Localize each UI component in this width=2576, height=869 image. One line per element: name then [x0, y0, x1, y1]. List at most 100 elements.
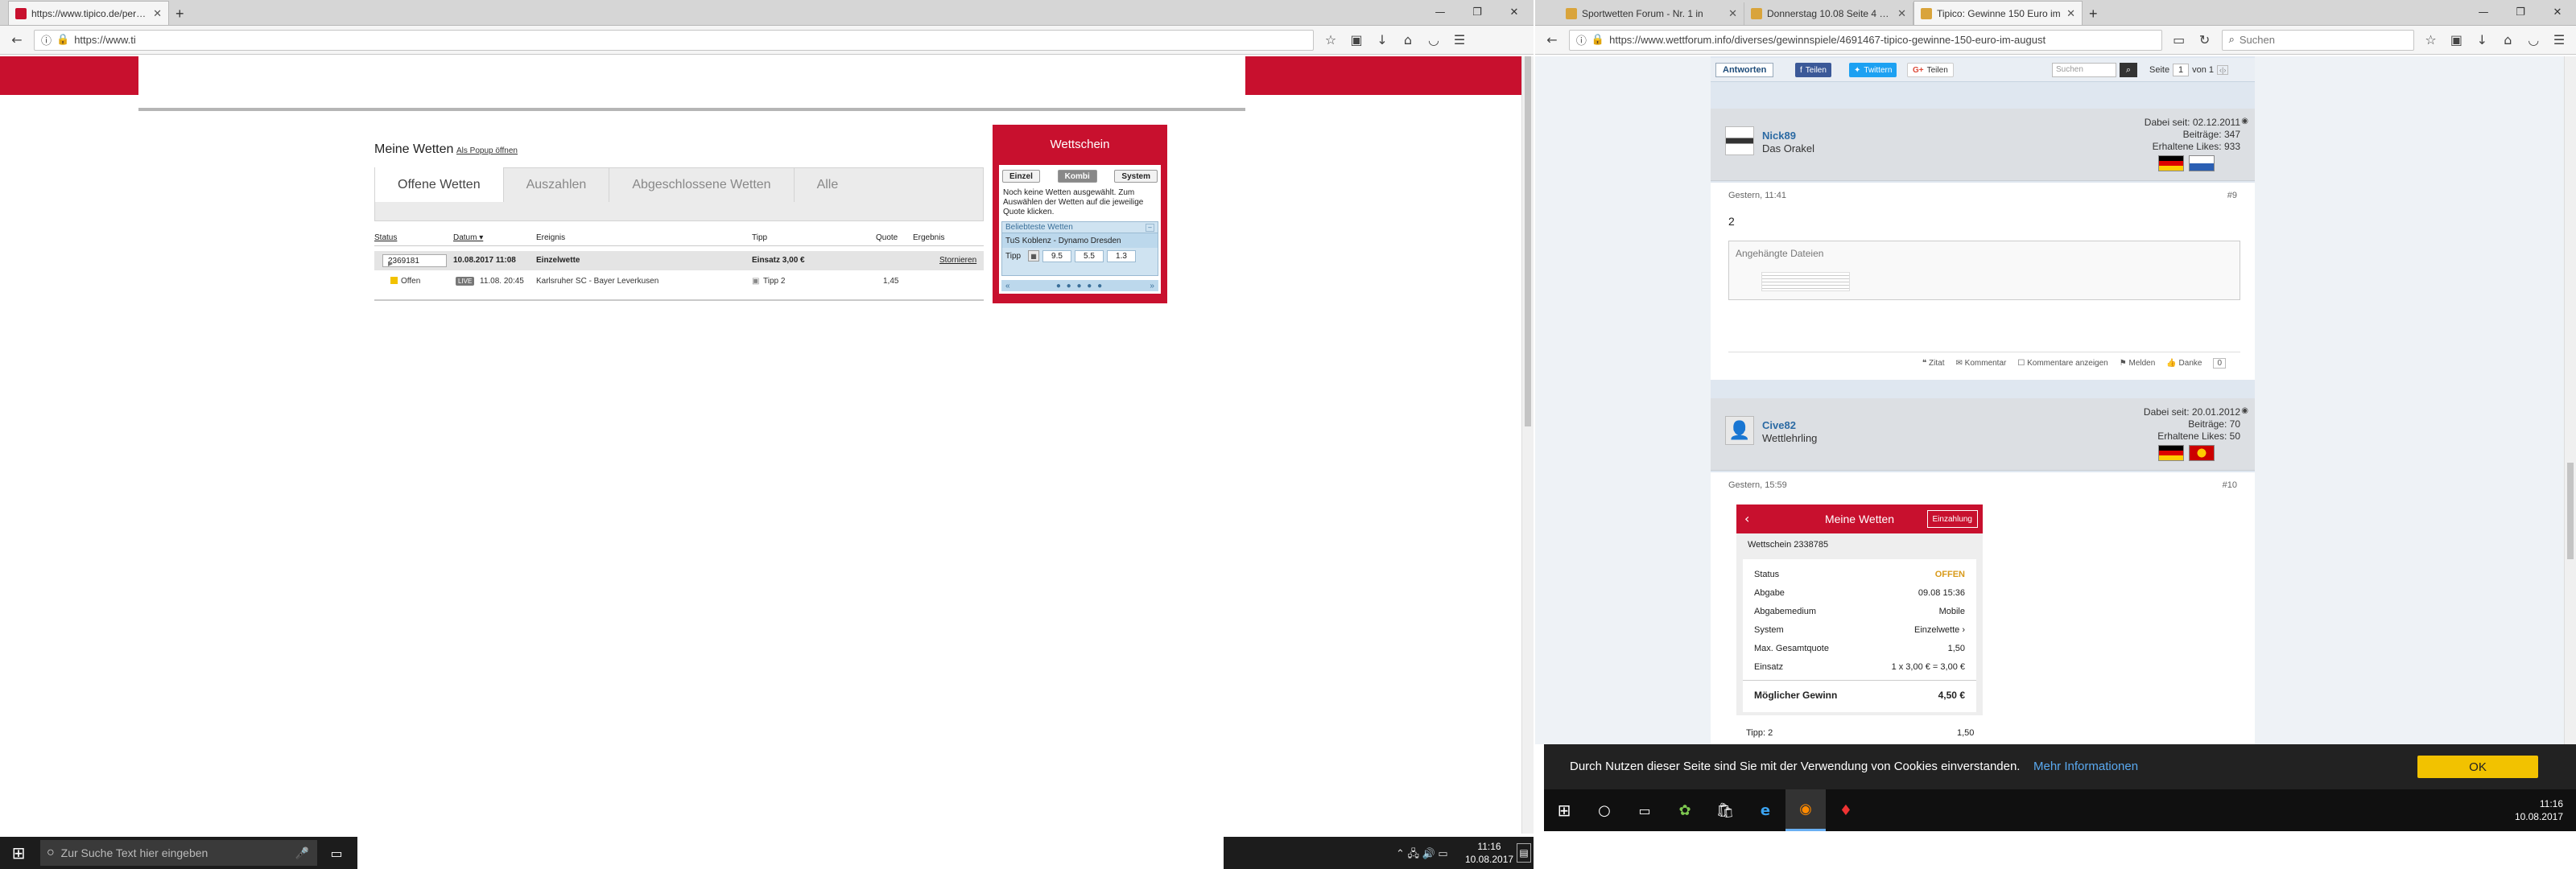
tray-icons[interactable]: ⌃ 🖧 🔊 ▭	[1396, 846, 1448, 864]
cookie-more-info-link[interactable]: Mehr Informationen	[2033, 760, 2138, 773]
clipboard-icon[interactable]: ▣	[1348, 32, 1365, 47]
scroll-thumb[interactable]	[2567, 463, 2574, 559]
back-icon[interactable]: ←	[8, 32, 26, 47]
tab-offene-wetten[interactable]: Offene Wetten	[374, 167, 504, 202]
carousel-dots[interactable]: ● ● ● ● ●	[1056, 282, 1104, 290]
minimize-icon[interactable]: —	[2465, 0, 2502, 24]
left-url-bar[interactable]: ⓘ 🔒 https://www.ti	[34, 29, 1314, 51]
tab-kombi[interactable]: Kombi	[1057, 170, 1097, 183]
page-input[interactable]: 1	[2173, 64, 2190, 76]
thanks-action[interactable]: 👍 Danke	[2166, 359, 2202, 368]
gplus-share-button[interactable]: G+ Teilen	[1907, 63, 1954, 77]
tab-close-icon[interactable]: ✕	[2066, 7, 2075, 20]
tab-tipico[interactable]: https://www.tipico.de/pers… ✕	[8, 1, 169, 25]
pocket-icon[interactable]: ◡	[1425, 32, 1443, 47]
home-icon[interactable]: ⌂	[2499, 32, 2516, 47]
task-view-icon[interactable]: ▭	[320, 837, 353, 869]
tab-alle[interactable]: Alle	[795, 167, 861, 202]
odd-button-1[interactable]: 9.5	[1042, 249, 1071, 262]
menu-icon[interactable]: ☰	[2550, 32, 2568, 47]
minimize-icon[interactable]: —	[1422, 0, 1459, 24]
reply-button[interactable]: Antworten	[1715, 63, 1774, 77]
back-icon[interactable]: ←	[1543, 32, 1561, 47]
firefox-icon[interactable]: ◉	[1785, 789, 1826, 831]
new-tab-button[interactable]: +	[169, 2, 191, 25]
pocket-icon[interactable]: ◡	[2524, 32, 2542, 47]
tab-tipico-gewinne[interactable]: Tipico: Gewinne 150 Euro im ✕	[1913, 1, 2083, 25]
restore-icon[interactable]: ❐	[1459, 0, 1496, 24]
table-row[interactable]: ▶ 2369181 10.08.2017 11:08 Einzelwette E…	[374, 251, 984, 270]
cookie-ok-button[interactable]: OK	[2417, 756, 2538, 778]
show-comments-action[interactable]: ☐ Kommentare anzeigen	[2017, 359, 2107, 368]
close-window-icon[interactable]: ✕	[1496, 0, 1533, 24]
star-icon[interactable]: ☆	[1322, 32, 1340, 47]
collapse-icon[interactable]: –	[1146, 223, 1154, 232]
twitter-share-label: Twittern	[1864, 65, 1893, 75]
right-scrollbar[interactable]	[2564, 56, 2576, 744]
popup-link[interactable]: Als Popup öffnen	[456, 146, 518, 155]
left-clock[interactable]: 11:16 10.08.2017	[1465, 840, 1513, 866]
gplus-share-label: Teilen	[1926, 65, 1948, 75]
left-scrollbar[interactable]	[1521, 56, 1534, 834]
notification-icon[interactable]: ▤	[1517, 843, 1531, 863]
browser-search-input[interactable]: ⌕ Suchen	[2221, 29, 2414, 51]
store-icon[interactable]: 🛍	[1705, 789, 1745, 831]
task-view-icon[interactable]: ▭	[1624, 789, 1665, 831]
search-icon[interactable]: ⌕	[2120, 63, 2137, 77]
cancel-bet-link[interactable]: Stornieren	[939, 256, 976, 265]
download-icon[interactable]: ↓	[2473, 32, 2491, 47]
tab-abgeschlossene-wetten[interactable]: Abgeschlossene Wetten	[609, 167, 795, 202]
col-datum[interactable]: Datum ▾	[453, 233, 483, 242]
odd-button-x[interactable]: 5.5	[1075, 249, 1104, 262]
scroll-thumb[interactable]	[1525, 56, 1531, 426]
stats-icon[interactable]: ▦	[1028, 250, 1039, 262]
comment-action[interactable]: ✉ Kommentar	[1956, 359, 2007, 368]
right-clock[interactable]: 11:16 10.08.2017	[2515, 797, 2563, 823]
page-nav-icon[interactable]: ‹|›	[2217, 65, 2229, 75]
right-url-bar[interactable]: ⓘ 🔒 https://www.wettforum.info/diverses/…	[1568, 29, 2162, 51]
cortana-icon[interactable]: ○	[1584, 789, 1624, 831]
col-status[interactable]: Status	[374, 233, 397, 242]
app-red-icon[interactable]: ♦	[1826, 789, 1866, 831]
cookie-banner: Durch Nutzen dieser Seite sind Sie mit d…	[1544, 744, 2576, 789]
bet-id-toggle[interactable]: ▶ 2369181	[382, 254, 447, 267]
post-number[interactable]: #9	[2227, 191, 2237, 200]
tab-close-icon[interactable]: ✕	[1897, 7, 1906, 20]
post-username[interactable]: Nick89	[1762, 130, 1796, 142]
facebook-share-button[interactable]: f Teilen	[1795, 63, 1831, 77]
reader-view-icon[interactable]: ▭	[2170, 32, 2188, 47]
windows-start-icon[interactable]: ⊞	[1544, 789, 1584, 831]
tab-sportwetten-forum[interactable]: Sportwetten Forum - Nr. 1 in ✕	[1559, 2, 1744, 25]
new-tab-button[interactable]: +	[2083, 2, 2104, 25]
clipboard-icon[interactable]: ▣	[2448, 32, 2466, 47]
star-icon[interactable]: ☆	[2422, 32, 2440, 47]
download-icon[interactable]: ↓	[1373, 32, 1391, 47]
prev-arrow-icon[interactable]: «	[1005, 282, 1010, 290]
twitter-share-button[interactable]: ✦ Twittern	[1849, 63, 1897, 77]
windows-start-icon[interactable]: ⊞	[0, 837, 37, 869]
restore-icon[interactable]: ❐	[2502, 0, 2539, 24]
avatar[interactable]	[1725, 126, 1754, 155]
tab-system[interactable]: System	[1114, 170, 1158, 183]
report-action[interactable]: ⚑ Melden	[2120, 359, 2156, 368]
thread-search-input[interactable]: Suchen	[2052, 63, 2116, 77]
app-icon[interactable]: ✿	[1665, 789, 1705, 831]
next-arrow-icon[interactable]: »	[1150, 282, 1154, 290]
taskbar-search-input[interactable]: ○ Zur Suche Text hier eingeben 🎤	[40, 840, 317, 866]
odd-button-2[interactable]: 1.3	[1107, 249, 1136, 262]
tab-close-icon[interactable]: ✕	[1728, 7, 1737, 20]
post-number[interactable]: #10	[2223, 480, 2237, 490]
tab-donnerstag[interactable]: Donnerstag 10.08 Seite 4 von ✕	[1744, 2, 1913, 25]
home-icon[interactable]: ⌂	[1399, 32, 1417, 47]
tab-close-icon[interactable]: ✕	[153, 7, 162, 20]
tab-auszahlen[interactable]: Auszahlen	[504, 167, 610, 202]
reload-icon[interactable]: ↻	[2196, 32, 2214, 47]
post-username[interactable]: Cive82	[1762, 419, 1796, 431]
attachment-thumbnail[interactable]	[1761, 272, 1850, 291]
avatar[interactable]: 👤	[1725, 416, 1754, 445]
menu-icon[interactable]: ☰	[1451, 32, 1468, 47]
edge-icon[interactable]: e	[1745, 789, 1785, 831]
quote-action[interactable]: ❝ Zitat	[1922, 359, 1945, 368]
tab-einzel[interactable]: Einzel	[1002, 170, 1040, 183]
close-window-icon[interactable]: ✕	[2539, 0, 2576, 24]
